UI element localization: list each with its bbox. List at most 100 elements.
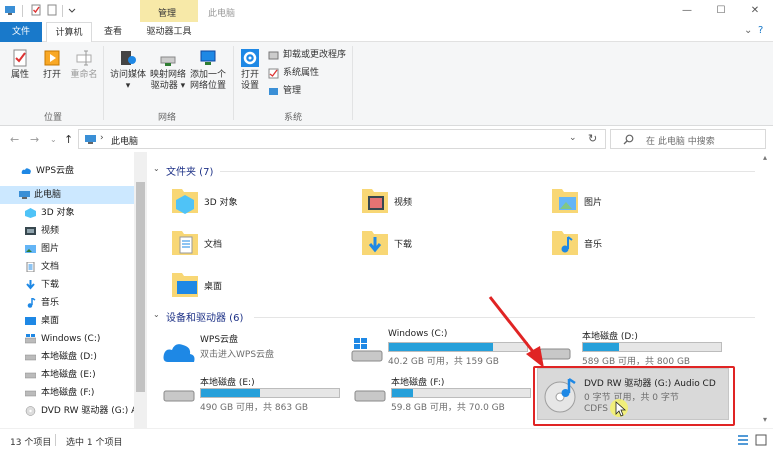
sidebar-item-pictures[interactable]: 图片 [0, 240, 134, 258]
folder-downloads[interactable]: 下载 [360, 225, 530, 259]
customize-qat-icon[interactable] [66, 4, 78, 16]
access-media-button[interactable]: 访问媒体 ▾ [108, 48, 148, 92]
scroll-down-icon[interactable]: ▾ [763, 415, 767, 424]
ribbon: 属性 打开 重命名 位置 访问媒体 ▾ 映射网络 驱动器 ▾ 添加一个 网络位置… [0, 42, 773, 126]
address-dropdown-icon[interactable]: ⌄ [569, 133, 577, 143]
recent-locations-icon[interactable]: ⌄ [50, 135, 57, 144]
system-properties-button[interactable]: 系统属性 [268, 66, 319, 80]
large-icons-view-icon[interactable] [755, 434, 767, 446]
open-settings-button[interactable]: 打开 设置 [236, 48, 264, 92]
section-header-folders[interactable]: ⌄ 文件夹 (7) [150, 163, 761, 179]
separator [352, 46, 353, 120]
sidebar-item-drive-e[interactable]: 本地磁盘 (E:) [0, 366, 134, 384]
breadcrumb-chevron-icon[interactable]: › [100, 133, 104, 143]
folder-documents[interactable]: 文档 [170, 225, 340, 259]
folder-name: 音乐 [584, 240, 603, 250]
drive-wps[interactable]: WPS云盘 双击进入WPS云盘 [162, 332, 342, 376]
folder-music[interactable]: 音乐 [550, 225, 720, 259]
properties-icon[interactable] [30, 4, 42, 16]
scrollbar-thumb[interactable] [136, 182, 145, 392]
open-button[interactable]: 打开 [38, 48, 66, 81]
navigation-pane: WPS云盘 此电脑 3D 对象 视频 图片 文档 下载 音乐 桌面 Window… [0, 152, 150, 428]
details-view-icon[interactable] [737, 434, 749, 446]
collapse-icon[interactable]: ⌄ [153, 164, 160, 173]
search-input[interactable]: 在 此电脑 中搜索 [610, 129, 766, 149]
map-drive-button[interactable]: 映射网络 驱动器 ▾ [148, 48, 188, 92]
sidebar-item-drive-c[interactable]: Windows (C:) [0, 330, 134, 348]
desktop-icon [25, 317, 36, 325]
sidebar-item-wps[interactable]: WPS云盘 [0, 162, 134, 180]
drive-name: WPS云盘 [200, 335, 239, 345]
properties-button[interactable]: 属性 [6, 48, 34, 81]
sidebar-item-label: 3D 对象 [41, 208, 75, 218]
close-button[interactable]: ✕ [744, 3, 766, 19]
section-title: 文件夹 (7) [166, 167, 214, 178]
add-network-location-button[interactable]: 添加一个 网络位置 [188, 48, 228, 92]
drive-subtitle: 490 GB 可用，共 863 GB [200, 403, 309, 413]
sidebar-item-dvd[interactable]: DVD RW 驱动器 (G:) A [0, 402, 134, 420]
section-header-drives[interactable]: ⌄ 设备和驱动器 (6) [150, 309, 761, 325]
sidebar-item-drive-f[interactable]: 本地磁盘 (F:) [0, 384, 134, 402]
folder-name: 桌面 [204, 282, 223, 292]
drive-usage-bar [200, 388, 340, 398]
scroll-up-icon[interactable]: ▴ [763, 153, 767, 162]
open-settings-label-1: 打开 [240, 70, 259, 80]
drive-subtitle: 59.8 GB 可用，共 70.0 GB [391, 403, 505, 413]
folder-pictures[interactable]: 图片 [550, 183, 720, 217]
maximize-button[interactable]: ☐ [710, 3, 732, 19]
sidebar-item-desktop[interactable]: 桌面 [0, 312, 134, 330]
collapse-icon[interactable]: ⌄ [153, 310, 160, 319]
drive-e[interactable]: 本地磁盘 (E:) 490 GB 可用，共 863 GB [162, 375, 348, 419]
sidebar-item-documents[interactable]: 文档 [0, 258, 134, 276]
folder-desktop[interactable]: 桌面 [170, 267, 340, 301]
up-icon[interactable]: ↑ [64, 133, 73, 146]
rename-icon [76, 50, 92, 66]
group-label-network: 网络 [158, 113, 177, 123]
sidebar-scrollbar[interactable] [134, 152, 147, 428]
drive-name: Windows (C:) [388, 329, 448, 339]
folder-3d[interactable]: 3D 对象 [170, 183, 340, 217]
tab-file[interactable]: 文件 [0, 22, 42, 42]
sidebar-item-downloads[interactable]: 下载 [0, 276, 134, 294]
new-folder-icon[interactable] [46, 4, 58, 16]
rename-button[interactable]: 重命名 [68, 48, 100, 81]
tab-drive-tools[interactable]: 驱动器工具 [140, 22, 198, 42]
back-icon[interactable]: ← [10, 133, 19, 146]
folder-3d-icon [172, 189, 198, 214]
folder-video[interactable]: 视频 [360, 183, 530, 217]
sidebar-item-music[interactable]: 音乐 [0, 294, 134, 312]
content-scrollbar[interactable]: ▴ ▾ [761, 152, 773, 428]
forward-icon[interactable]: → [30, 133, 39, 146]
expand-ribbon-icon[interactable]: ⌄ [744, 25, 752, 36]
breadcrumb[interactable]: 此电脑 [111, 134, 138, 147]
minimize-button[interactable]: — [676, 3, 698, 19]
system-properties-label: 系统属性 [283, 68, 320, 78]
folder-music-icon [552, 231, 578, 255]
drive-f[interactable]: 本地磁盘 (F:) 59.8 GB 可用，共 70.0 GB [353, 375, 537, 419]
group-label-location: 位置 [44, 113, 63, 123]
properties-icon [13, 49, 27, 67]
manage-button[interactable]: 管理 [268, 84, 301, 98]
computer-icon [85, 135, 96, 144]
add-location-label-2: 网络位置 [189, 81, 226, 91]
download-icon [26, 280, 35, 290]
uninstall-label: 卸载或更改程序 [283, 50, 347, 60]
sidebar-item-video[interactable]: 视频 [0, 222, 134, 240]
refresh-icon[interactable]: ↻ [588, 132, 597, 145]
add-location-label-1: 添加一个 [189, 70, 226, 80]
drive-usage-fill [389, 343, 493, 351]
picture-icon [25, 245, 36, 253]
address-bar[interactable]: › 此电脑 ⌄ ↻ [78, 129, 606, 149]
sidebar-item-label: Windows (C:) [41, 334, 101, 344]
arrow-annotation-icon [488, 296, 544, 368]
sidebar-item-this-pc[interactable]: 此电脑 [0, 186, 134, 204]
tab-view[interactable]: 查看 [96, 22, 130, 42]
open-settings-label-2: 设置 [240, 81, 259, 91]
separator [55, 434, 56, 446]
tab-computer[interactable]: 计算机 [46, 22, 92, 43]
help-icon[interactable]: ? [758, 25, 763, 36]
uninstall-button[interactable]: 卸载或更改程序 [268, 48, 346, 62]
sidebar-item-label: 音乐 [41, 298, 60, 308]
sidebar-item-3d[interactable]: 3D 对象 [0, 204, 134, 222]
sidebar-item-drive-d[interactable]: 本地磁盘 (D:) [0, 348, 134, 366]
